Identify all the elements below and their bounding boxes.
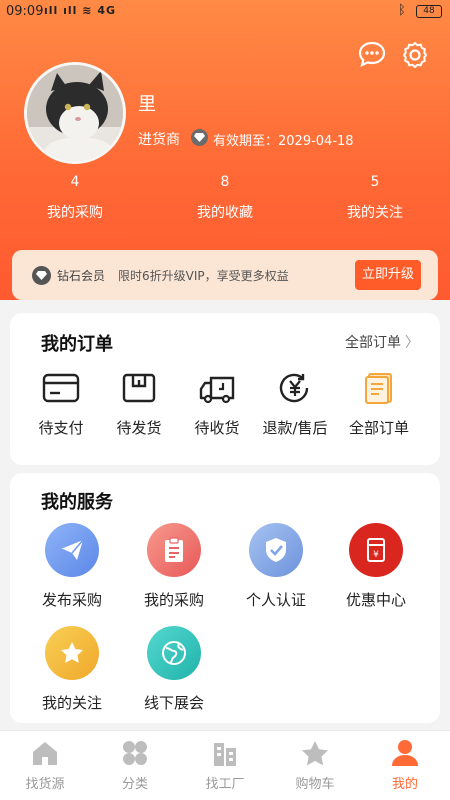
signal-wifi-icons: ıll ıll ≋ 4G	[44, 4, 117, 17]
service-label: 我的采购	[143, 591, 204, 609]
stat-count: 4	[70, 174, 80, 190]
stat-label: 我的收藏	[197, 205, 253, 221]
stat-count: 5	[370, 174, 380, 190]
tab-find-goods[interactable]: 找货源	[0, 739, 90, 792]
tab-label: 分类	[121, 777, 148, 792]
vip-description: 限时6折升级VIP，享受更多权益	[118, 269, 289, 283]
order-pending-shipment[interactable]: 待发货	[96, 371, 182, 438]
order-all[interactable]: 全部订单	[336, 371, 422, 438]
tab-shopping-cart[interactable]: 购物车	[270, 739, 360, 792]
truck-icon	[199, 376, 235, 404]
order-list-icon	[365, 373, 392, 404]
chevron-right-icon: 〉	[405, 335, 419, 351]
message-icon[interactable]	[357, 40, 387, 70]
user-name: 里	[138, 94, 156, 115]
star-icon	[45, 626, 99, 680]
service-publish-purchase[interactable]: 发布采购	[24, 523, 120, 610]
box-icon	[122, 373, 156, 403]
tab-find-factory[interactable]: 找工厂	[180, 739, 270, 792]
service-label: 个人认证	[245, 591, 306, 609]
orders-card: 我的订单 全部订单〉 待支付 待发货 待收货 退款/售后 全部订单	[10, 313, 440, 465]
tab-mine[interactable]: 我的	[360, 739, 450, 792]
vip-banner[interactable]: 钻石会员 限时6折升级VIP，享受更多权益 立即升级	[12, 250, 438, 300]
stat-label: 我的关注	[347, 205, 403, 221]
card-icon	[42, 373, 80, 403]
gear-icon[interactable]	[400, 40, 430, 70]
svg-text:¥: ¥	[373, 550, 379, 560]
service-label: 优惠中心	[345, 591, 406, 609]
bottom-tab-bar: 找货源 分类 找工厂 购物车 我的	[0, 730, 450, 800]
all-orders-link[interactable]: 全部订单〉	[345, 332, 419, 352]
status-time: 09:09	[6, 4, 44, 19]
service-my-purchases[interactable]: 我的采购	[126, 523, 222, 610]
stat-my-purchases[interactable]: 4 我的采购	[15, 174, 135, 222]
tab-label: 找货源	[25, 777, 65, 792]
service-my-follows[interactable]: 我的关注	[24, 626, 120, 713]
order-item-label: 待支付	[38, 419, 84, 437]
user-role: 进货商	[138, 132, 180, 148]
all-orders-label: 全部订单	[345, 335, 401, 351]
diamond-icon	[32, 266, 51, 285]
orders-title: 我的订单	[41, 334, 113, 355]
refund-icon	[279, 373, 309, 403]
order-pending-receipt[interactable]: 待收货	[174, 371, 260, 438]
service-label: 线下展会	[143, 694, 204, 712]
tab-label: 购物车	[295, 777, 335, 792]
clipboard-icon	[147, 523, 201, 577]
tab-label: 我的	[391, 777, 418, 792]
service-identity-verification[interactable]: 个人认证	[228, 523, 324, 610]
order-item-label: 退款/售后	[262, 419, 328, 437]
stat-my-follows[interactable]: 5 我的关注	[315, 174, 435, 222]
order-item-label: 待发货	[116, 419, 162, 437]
globe-icon	[147, 626, 201, 680]
shield-check-icon	[249, 523, 303, 577]
order-item-label: 全部订单	[348, 419, 409, 437]
order-pending-payment[interactable]: 待支付	[18, 371, 104, 438]
star-icon	[302, 741, 328, 766]
order-item-label: 待收货	[194, 419, 240, 437]
services-card: 我的服务 发布采购 我的采购 个人认证 ¥ 优惠中心 我的关注 线下展会	[10, 473, 440, 723]
service-label: 发布采购	[41, 591, 102, 609]
service-offline-exhibition[interactable]: 线下展会	[126, 626, 222, 713]
battery-icon: 48	[416, 5, 442, 18]
paper-plane-icon	[45, 523, 99, 577]
stat-label: 我的采购	[47, 205, 103, 221]
order-refund-aftersale[interactable]: 退款/售后	[252, 371, 338, 438]
service-coupon-center[interactable]: ¥ 优惠中心	[328, 523, 424, 610]
stat-my-favorites[interactable]: 8 我的收藏	[165, 174, 285, 222]
vip-name: 钻石会员	[57, 269, 106, 283]
person-icon	[392, 740, 418, 766]
bluetooth-icon: ᛒ	[398, 3, 406, 18]
coupon-icon: ¥	[349, 523, 403, 577]
grid-icon	[123, 741, 147, 765]
diamond-badge-icon	[191, 129, 208, 146]
upgrade-button[interactable]: 立即升级	[355, 260, 421, 290]
services-title: 我的服务	[41, 492, 113, 513]
home-icon	[33, 742, 57, 765]
membership-validity: 有效期至：2029-04-18	[213, 134, 354, 149]
avatar[interactable]	[24, 62, 126, 164]
status-bar: 09:09 ıll ıll ≋ 4G ᛒ 48	[0, 0, 450, 24]
tab-label: 找工厂	[205, 777, 245, 792]
factory-icon	[214, 743, 236, 766]
stat-count: 8	[220, 174, 230, 190]
tab-category[interactable]: 分类	[90, 739, 180, 792]
service-label: 我的关注	[41, 694, 102, 712]
